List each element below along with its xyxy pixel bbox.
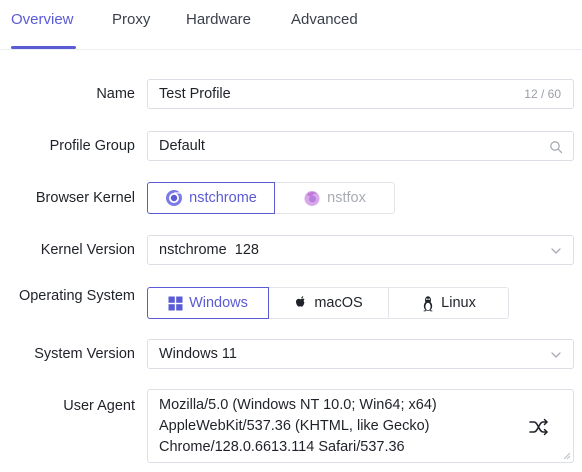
tab-advanced[interactable]: Advanced <box>291 11 358 28</box>
name-value: Test Profile <box>159 86 231 102</box>
tab-bar: Overview Proxy Hardware Advanced <box>0 0 582 50</box>
tab-overview[interactable]: Overview <box>11 11 74 28</box>
active-tab-indicator <box>11 46 76 49</box>
chrome-icon <box>166 190 183 206</box>
resize-handle-icon[interactable] <box>563 452 571 460</box>
system-version-select[interactable]: Windows 11 <box>147 339 574 369</box>
kernel-version-value: nstchrome 128 <box>159 242 259 258</box>
tab-proxy[interactable]: Proxy <box>112 11 150 28</box>
kernel-version-label: Kernel Version <box>40 242 135 258</box>
linux-icon <box>423 295 434 311</box>
kernel-option-nstchrome[interactable]: nstchrome <box>147 182 275 214</box>
chevron-down-icon <box>551 352 561 358</box>
name-char-counter: 12 / 60 <box>524 87 561 101</box>
firefox-icon <box>304 191 320 206</box>
chevron-down-icon <box>551 248 561 254</box>
shuffle-icon[interactable] <box>529 418 549 436</box>
os-option-label: Linux <box>441 295 476 311</box>
browser-kernel-label: Browser Kernel <box>35 190 135 206</box>
system-version-value: Windows 11 <box>159 346 237 362</box>
os-option-linux[interactable]: Linux <box>389 287 509 319</box>
name-input[interactable]: Test Profile 12 / 60 <box>147 79 574 109</box>
kernel-option-label: nstchrome <box>189 190 257 206</box>
kernel-option-label: nstfox <box>327 190 366 206</box>
apple-icon <box>296 296 305 307</box>
system-version-label: System Version <box>34 346 135 362</box>
user-agent-line: Mozilla/5.0 (Windows NT 10.0; Win64; x64… <box>159 397 437 413</box>
kernel-option-nstfox[interactable]: nstfox <box>275 182 395 214</box>
name-label: Name <box>96 86 135 102</box>
user-agent-line: AppleWebKit/537.36 (KHTML, like Gecko) <box>159 418 430 434</box>
search-icon <box>550 141 563 154</box>
profile-group-label: Profile Group <box>49 138 135 154</box>
profile-group-value: Default <box>159 138 205 154</box>
os-option-windows[interactable]: Windows <box>147 287 269 319</box>
tab-hardware[interactable]: Hardware <box>186 11 251 28</box>
operating-system-label: Operating System <box>18 288 135 304</box>
os-option-macos[interactable]: macOS <box>269 287 389 319</box>
kernel-version-select[interactable]: nstchrome 128 <box>147 235 574 265</box>
profile-group-select[interactable]: Default <box>147 131 574 161</box>
os-option-label: macOS <box>314 295 363 311</box>
windows-icon <box>168 296 183 310</box>
user-agent-line: Chrome/128.0.6613.114 Safari/537.36 <box>159 439 405 455</box>
user-agent-textarea[interactable]: Mozilla/5.0 (Windows NT 10.0; Win64; x64… <box>147 389 574 463</box>
os-option-label: Windows <box>189 295 248 311</box>
user-agent-label: User Agent <box>63 398 135 414</box>
